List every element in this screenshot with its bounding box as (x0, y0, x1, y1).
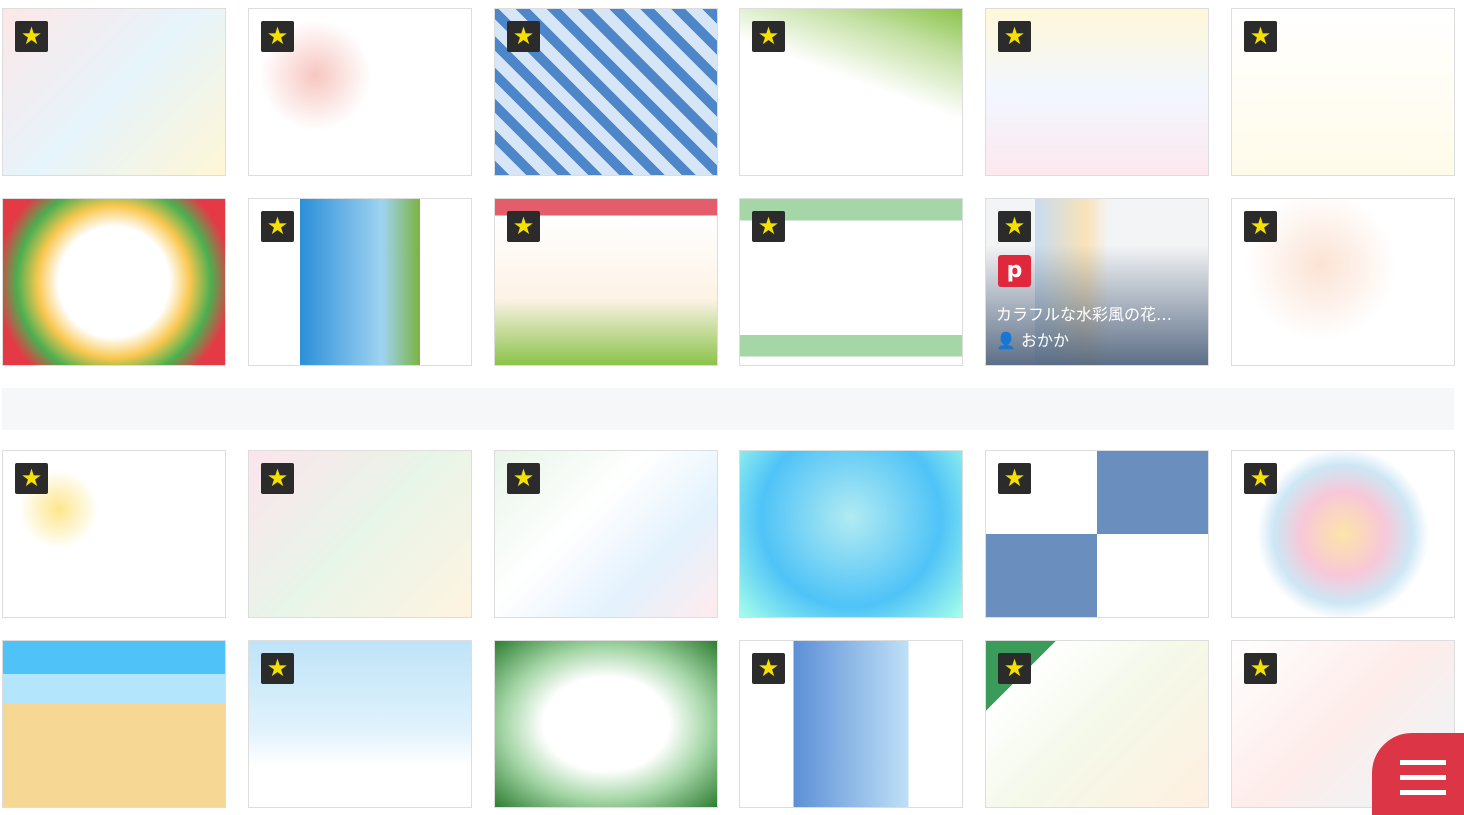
illustration-tile[interactable]: ★ (739, 8, 963, 176)
tile-title[interactable]: カラフルな水彩風の花… (996, 301, 1172, 325)
illustration-tile[interactable]: ★ (248, 450, 472, 618)
star-icon[interactable]: ★ (1244, 463, 1277, 494)
illustration-tile[interactable]: ★ (739, 640, 963, 808)
illustration-tile[interactable]: ★ p カラフルな水彩風の花… 👤 おかか (985, 198, 1209, 366)
menu-button[interactable] (1372, 733, 1464, 815)
hamburger-menu-icon (1400, 775, 1446, 780)
thumbnail-image (3, 641, 225, 807)
star-icon[interactable]: ★ (15, 463, 48, 494)
star-icon[interactable]: ★ (261, 211, 294, 242)
illustration-tile[interactable] (2, 640, 226, 808)
hamburger-menu-icon (1400, 760, 1446, 765)
illustration-tile[interactable]: ★ (2, 450, 226, 618)
star-icon[interactable]: ★ (752, 211, 785, 242)
star-icon[interactable]: ★ (998, 21, 1031, 52)
thumbnail-image (3, 199, 225, 365)
star-icon[interactable]: ★ (998, 463, 1031, 494)
star-icon[interactable]: ★ (507, 21, 540, 52)
pinterest-icon[interactable]: p (998, 255, 1031, 287)
author-name: おかか (1021, 331, 1070, 350)
star-icon[interactable]: ★ (998, 211, 1031, 242)
illustration-tile[interactable]: ★ (985, 450, 1209, 618)
illustration-tile[interactable]: ★ (1231, 8, 1455, 176)
star-icon[interactable]: ★ (1244, 211, 1277, 242)
illustration-tile[interactable]: ★ (494, 450, 718, 618)
user-icon: 👤 (996, 331, 1016, 350)
star-icon[interactable]: ★ (507, 211, 540, 242)
illustration-tile[interactable]: ★ (2, 8, 226, 176)
star-icon[interactable]: ★ (15, 21, 48, 52)
star-icon[interactable]: ★ (752, 21, 785, 52)
illustration-tile[interactable]: ★ (985, 640, 1209, 808)
ad-placeholder-band (2, 388, 1454, 430)
star-icon[interactable]: ★ (261, 463, 294, 494)
illustration-tile[interactable] (494, 640, 718, 808)
illustration-tile[interactable]: ★ (248, 640, 472, 808)
illustration-tile[interactable] (739, 450, 963, 618)
illustration-tile[interactable]: ★ (248, 8, 472, 176)
star-icon[interactable]: ★ (998, 653, 1031, 684)
star-icon[interactable]: ★ (261, 21, 294, 52)
thumbnail-image (740, 451, 962, 617)
star-icon[interactable]: ★ (1244, 653, 1277, 684)
star-icon[interactable]: ★ (507, 463, 540, 494)
illustration-tile[interactable] (2, 198, 226, 366)
illustration-tile[interactable]: ★ (494, 198, 718, 366)
star-icon[interactable]: ★ (1244, 21, 1277, 52)
illustration-tile[interactable]: ★ (739, 198, 963, 366)
star-icon[interactable]: ★ (261, 653, 294, 684)
hamburger-menu-icon (1400, 790, 1446, 795)
illustration-tile[interactable]: ★ (1231, 450, 1455, 618)
illustration-tile[interactable]: ★ (1231, 198, 1455, 366)
illustration-tile[interactable]: ★ (985, 8, 1209, 176)
illustration-tile[interactable]: ★ (248, 198, 472, 366)
star-icon[interactable]: ★ (752, 653, 785, 684)
tile-author[interactable]: 👤 おかか (996, 327, 1069, 351)
illustration-tile[interactable]: ★ (494, 8, 718, 176)
thumbnail-image (495, 641, 717, 807)
image-grid: ★ ★ ★ ★ ★ ★ ★ ★ ★ ★ p カラフルな水彩風の花… 👤 おかか ★ ★ ★ ★ ★ ★ ★ ★ ★ ★ (0, 0, 1464, 815)
